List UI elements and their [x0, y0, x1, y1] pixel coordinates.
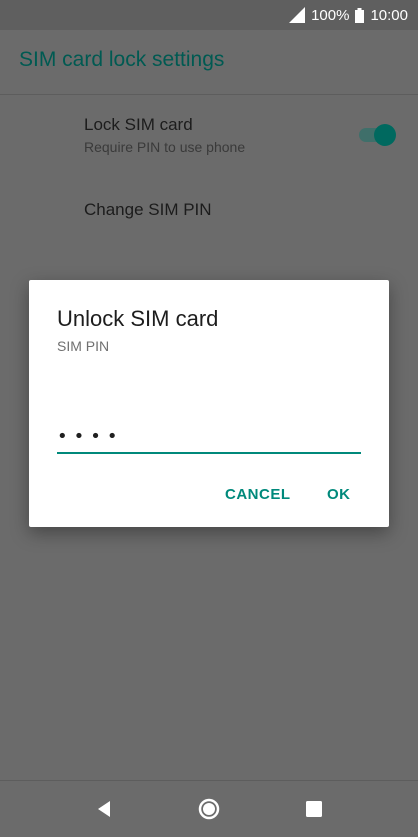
status-indicators: 100% 10:00: [289, 0, 408, 30]
dialog-subtitle: SIM PIN: [57, 338, 110, 354]
lock-sim-subtitle: Require PIN to use phone: [84, 139, 246, 155]
change-sim-pin-row[interactable]: Change SIM PIN: [84, 200, 212, 220]
page-title: SIM card lock settings: [19, 48, 225, 71]
lock-sim-row[interactable]: Lock SIM card Require PIN to use phone: [84, 115, 245, 155]
app-toolbar: SIM card lock settings: [0, 30, 418, 95]
unlock-sim-dialog: Unlock SIM card SIM PIN CANCEL OK: [29, 280, 389, 527]
lock-sim-toggle[interactable]: [356, 123, 396, 147]
change-sim-pin-title: Change SIM PIN: [84, 200, 212, 219]
home-icon[interactable]: [197, 797, 221, 821]
signal-icon: [289, 7, 306, 23]
ok-button[interactable]: OK: [327, 486, 351, 503]
clock: 10:00: [370, 6, 408, 24]
dialog-title: Unlock SIM card: [57, 306, 219, 331]
cancel-button[interactable]: CANCEL: [225, 486, 291, 503]
battery-icon: [355, 7, 365, 23]
lock-sim-title: Lock SIM card: [84, 115, 193, 134]
toggle-thumb: [374, 124, 396, 146]
recents-icon[interactable]: [302, 797, 326, 821]
battery-percent: 100%: [311, 6, 350, 24]
back-icon[interactable]: [93, 797, 117, 821]
sim-pin-input[interactable]: [57, 420, 361, 454]
navigation-bar: [0, 780, 418, 837]
status-bar: 100% 10:00: [0, 0, 418, 30]
